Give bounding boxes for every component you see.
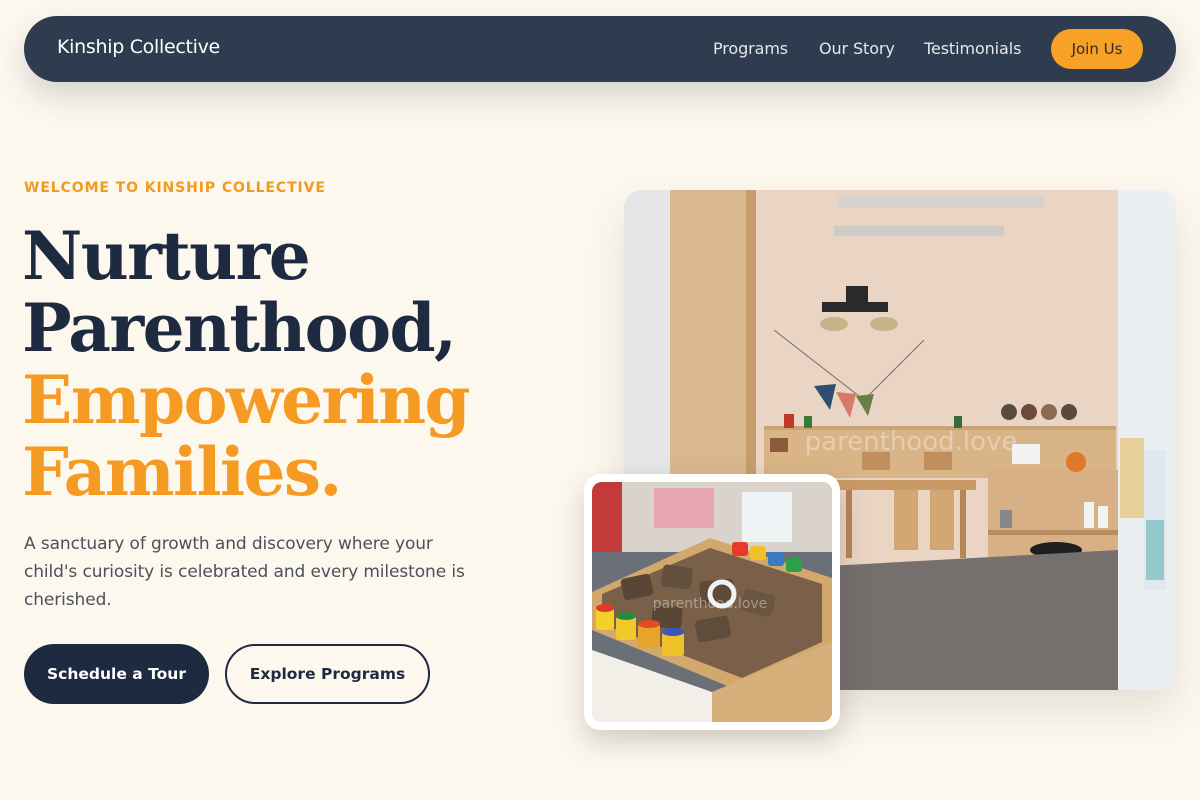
headline-line-1: Nurture <box>22 217 311 295</box>
explore-programs-button[interactable]: Explore Programs <box>225 644 430 704</box>
hero-headline: Nurture Parenthood, Empowering Families. <box>22 220 582 508</box>
top-navigation-bar: Kinship Collective Programs Our Story Te… <box>24 16 1176 82</box>
headline-line-2: Parenthood, <box>22 289 457 367</box>
nav-link-our-story[interactable]: Our Story <box>819 39 895 58</box>
nav-links: Programs Our Story Testimonials <box>24 16 1176 82</box>
headline-line-3: Empowering <box>22 361 471 439</box>
schedule-tour-button[interactable]: Schedule a Tour <box>24 644 209 704</box>
hero-eyebrow: WELCOME TO KINSHIP COLLECTIVE <box>24 180 326 196</box>
headline-line-4: Families. <box>22 433 342 511</box>
secondary-photo-card: parenthood.love <box>584 474 840 730</box>
secondary-photo-watermark: parenthood.love <box>653 596 768 612</box>
nav-link-testimonials[interactable]: Testimonials <box>924 39 1021 58</box>
wooden-letters-photo: parenthood.love <box>592 482 832 722</box>
main-photo-watermark: parenthood.love <box>805 427 1018 457</box>
join-us-button[interactable]: Join Us <box>1051 29 1143 69</box>
nav-link-programs[interactable]: Programs <box>713 39 788 58</box>
hero-subtext: A sanctuary of growth and discovery wher… <box>24 534 465 610</box>
